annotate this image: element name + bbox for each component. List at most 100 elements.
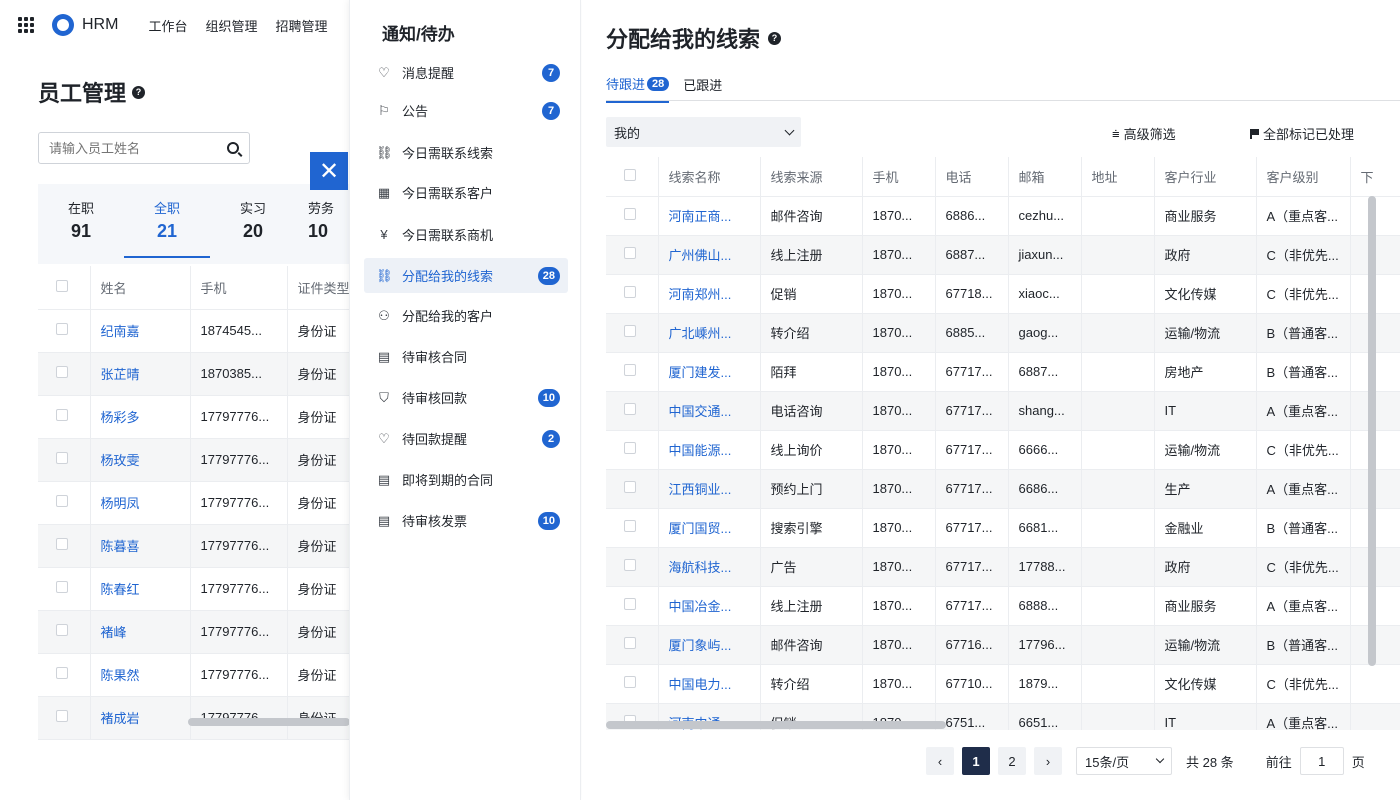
row-checkbox[interactable] xyxy=(624,286,636,298)
employee-name[interactable]: 杨彩多 xyxy=(90,395,191,439)
stat-intern[interactable]: 实习 20 xyxy=(210,184,296,264)
row-checkbox[interactable] xyxy=(56,366,68,378)
row-checkbox[interactable] xyxy=(624,559,636,571)
lead-name[interactable]: 广北嵊州... xyxy=(658,313,761,353)
notification-item[interactable]: ⛓ 今日需联系线索 xyxy=(364,135,568,170)
employee-table-scrollbar[interactable] xyxy=(188,718,350,726)
notification-item[interactable]: ▤ 待审核发票 10 xyxy=(364,503,568,538)
tab-pending[interactable]: 待跟进 28 xyxy=(606,74,670,103)
table-row[interactable]: 海航科技... 广告 1870... 67717... 17788... 政府 C（非优先.… xyxy=(606,547,1400,587)
leads-vertical-scrollbar[interactable] xyxy=(1368,196,1376,666)
notification-item[interactable]: ⛓ 分配给我的线索 28 xyxy=(364,258,568,293)
lead-name[interactable]: 河南正商... xyxy=(658,196,761,236)
row-checkbox[interactable] xyxy=(624,325,636,337)
column-header[interactable]: 客户行业 xyxy=(1154,157,1257,197)
column-header[interactable]: 线索来源 xyxy=(760,157,863,197)
mark-all-processed-button[interactable]: 全部标记已处理 xyxy=(1250,124,1354,143)
column-header[interactable]: 手机 xyxy=(862,157,936,197)
tab-followed[interactable]: 已跟进 xyxy=(683,74,722,103)
row-checkbox[interactable] xyxy=(56,495,68,507)
column-header[interactable]: 邮箱 xyxy=(1008,157,1082,197)
lead-name[interactable]: 广州佛山... xyxy=(658,235,761,275)
employee-search-input[interactable] xyxy=(49,140,199,156)
nav-item-org[interactable]: 组织管理 xyxy=(205,16,257,35)
row-checkbox[interactable] xyxy=(624,208,636,220)
table-row[interactable]: 纪南嘉 1874545... 身份证 xyxy=(38,309,351,353)
table-row[interactable]: 厦门国贸... 搜索引擎 1870... 67717... 6681... 金融业 B（普通… xyxy=(606,508,1400,548)
table-row[interactable]: 广州佛山... 线上注册 1870... 6887... jiaxun... 政府 C（非优… xyxy=(606,235,1400,275)
employee-name[interactable]: 陈果然 xyxy=(90,653,191,697)
notification-item[interactable]: ⛉ 待审核回款 10 xyxy=(364,380,568,415)
row-checkbox[interactable] xyxy=(624,247,636,259)
notification-item[interactable]: ⚐ 公告 7 xyxy=(364,93,568,128)
lead-name[interactable]: 中国能源... xyxy=(658,430,761,470)
lead-name[interactable]: 厦门象屿... xyxy=(658,625,761,665)
employee-name[interactable]: 张芷晴 xyxy=(90,352,191,396)
lead-name[interactable]: 厦门建发... xyxy=(658,352,761,392)
next-page-button[interactable]: › xyxy=(1034,747,1062,775)
table-row[interactable]: 厦门象屿... 邮件咨询 1870... 67716... 17796... 运输/物流 B… xyxy=(606,625,1400,665)
page-size-select[interactable]: 15条/页 xyxy=(1076,747,1172,775)
lead-name[interactable]: 中国电力... xyxy=(658,664,761,704)
lead-name[interactable]: 海航科技... xyxy=(658,547,761,587)
column-header[interactable]: 姓名 xyxy=(90,266,191,310)
notification-item[interactable]: ¥ 今日需联系商机 xyxy=(364,217,568,252)
table-row[interactable]: 杨明凤 17797776... 身份证 xyxy=(38,481,351,525)
row-checkbox[interactable] xyxy=(624,520,636,532)
table-row[interactable]: 张芷晴 1870385... 身份证 xyxy=(38,352,351,396)
help-icon[interactable]: ? xyxy=(768,31,782,45)
search-icon[interactable] xyxy=(227,142,239,154)
table-row[interactable]: 杨玫雯 17797776... 身份证 xyxy=(38,438,351,482)
table-row[interactable]: 褚峰 17797776... 身份证 xyxy=(38,610,351,654)
table-row[interactable]: 陈果然 17797776... 身份证 xyxy=(38,653,351,697)
lead-name[interactable]: 河南郑州... xyxy=(658,274,761,314)
stat-full-time[interactable]: 全职 21 xyxy=(124,184,210,264)
row-checkbox[interactable] xyxy=(624,403,636,415)
table-row[interactable]: 中国电力... 转介绍 1870... 67710... 1879... 文化传媒 C（非优… xyxy=(606,664,1400,704)
employee-name[interactable]: 陈暮喜 xyxy=(90,524,191,568)
row-checkbox[interactable] xyxy=(56,710,68,722)
lead-name[interactable]: 中国冶金... xyxy=(658,586,761,626)
notification-item[interactable]: ▤ 待审核合同 xyxy=(364,339,568,374)
select-all-checkbox[interactable] xyxy=(56,279,68,292)
row-checkbox[interactable] xyxy=(624,481,636,493)
table-row[interactable]: 中国冶金... 线上注册 1870... 67717... 6888... 商业服务 A（重… xyxy=(606,586,1400,626)
column-header[interactable]: 客户级别 xyxy=(1256,157,1351,197)
table-row[interactable]: 陈春红 17797776... 身份证 xyxy=(38,567,351,611)
goto-page-input[interactable]: 1 xyxy=(1299,747,1344,775)
employee-name[interactable]: 褚成岩 xyxy=(90,696,191,740)
advanced-filter-button[interactable]: ⩧ 高级筛选 xyxy=(1112,124,1176,143)
row-checkbox[interactable] xyxy=(56,581,68,593)
lead-name[interactable]: 中国交通... xyxy=(658,391,761,431)
row-checkbox[interactable] xyxy=(56,323,68,335)
column-header[interactable]: 线索名称 xyxy=(658,157,761,197)
row-checkbox[interactable] xyxy=(56,624,68,636)
help-icon[interactable]: ? xyxy=(132,85,146,99)
table-row[interactable]: 广北嵊州... 转介绍 1870... 6885... gaog... 运输/物流 B（普通… xyxy=(606,313,1400,353)
employee-name[interactable]: 杨明凤 xyxy=(90,481,191,525)
page-button-2[interactable]: 2 xyxy=(998,747,1026,775)
notification-item[interactable]: ♡ 待回款提醒 2 xyxy=(364,421,568,456)
row-checkbox[interactable] xyxy=(56,538,68,550)
employee-name[interactable]: 纪南嘉 xyxy=(90,309,191,353)
row-checkbox[interactable] xyxy=(624,637,636,649)
nav-item-recruit[interactable]: 招聘管理 xyxy=(275,16,327,35)
nav-item-workbench[interactable]: 工作台 xyxy=(148,16,187,35)
row-checkbox[interactable] xyxy=(624,676,636,688)
scope-select[interactable]: 我的 xyxy=(606,117,801,147)
employee-name[interactable]: 陈春红 xyxy=(90,567,191,611)
notification-item[interactable]: ⚇ 分配给我的客户 xyxy=(364,298,568,333)
notification-item[interactable]: ♡ 消息提醒 7 xyxy=(364,55,568,90)
column-header[interactable]: 证件类型 xyxy=(287,266,351,310)
row-checkbox[interactable] xyxy=(624,442,636,454)
column-header[interactable]: 下 xyxy=(1350,157,1400,197)
row-checkbox[interactable] xyxy=(624,364,636,376)
table-row[interactable]: 中国能源... 线上询价 1870... 67717... 6666... 运输/物流 C（… xyxy=(606,430,1400,470)
lead-name[interactable]: 江西铜业... xyxy=(658,469,761,509)
close-icon[interactable]: ✕ xyxy=(310,152,348,190)
table-row[interactable]: 厦门建发... 陌拜 1870... 67717... 6887... 房地产 B（普通客.… xyxy=(606,352,1400,392)
employee-name[interactable]: 杨玫雯 xyxy=(90,438,191,482)
row-checkbox[interactable] xyxy=(56,409,68,421)
column-header[interactable]: 电话 xyxy=(935,157,1009,197)
page-button-1[interactable]: 1 xyxy=(962,747,990,775)
